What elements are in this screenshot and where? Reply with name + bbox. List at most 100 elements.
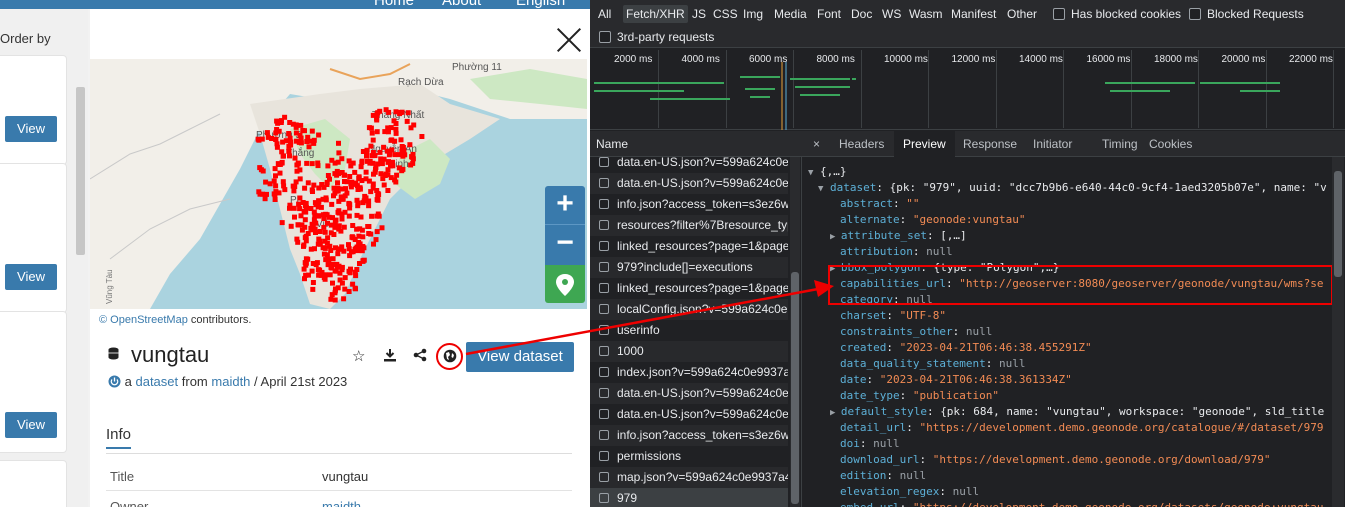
feature-point xyxy=(280,153,286,159)
tab-preview[interactable]: Preview xyxy=(894,131,955,157)
view-button[interactable]: View xyxy=(5,264,57,290)
json-key: detail_url xyxy=(840,421,907,434)
third-party-checkbox[interactable] xyxy=(599,31,611,43)
tab-timing[interactable]: Timing xyxy=(1093,131,1147,157)
order-by-label[interactable]: Order by xyxy=(0,31,51,46)
request-row[interactable]: userinfo xyxy=(590,320,788,341)
feature-point xyxy=(328,296,334,302)
nav-about[interactable]: About xyxy=(442,0,481,9)
json-property: detail_url: "https://development.demo.ge… xyxy=(840,421,1324,434)
tab-headers[interactable]: Headers xyxy=(830,131,893,157)
feature-point xyxy=(400,153,406,159)
close-icon[interactable]: × xyxy=(804,131,829,157)
request-name: linked_resources?page=1&page xyxy=(617,281,788,295)
feature-point xyxy=(287,120,293,125)
request-row[interactable]: data.en-US.json?v=599a624c0e9 xyxy=(590,152,788,173)
request-row[interactable]: localConfig.json?v=599a624c0e9 xyxy=(590,299,788,320)
request-row[interactable]: 1000 xyxy=(590,341,788,362)
has-blocked-cookies-checkbox[interactable] xyxy=(1053,8,1065,20)
expand-arrow-icon[interactable]: ▼ xyxy=(808,168,813,178)
filter-manifest[interactable]: Manifest xyxy=(948,5,999,23)
feature-point xyxy=(369,153,375,159)
scrollbar-thumb[interactable] xyxy=(1334,171,1342,277)
json-value: null xyxy=(899,469,927,482)
request-list-scrollbar[interactable] xyxy=(790,157,800,507)
nav-language[interactable]: English xyxy=(516,0,565,9)
feature-point xyxy=(305,180,311,186)
zoom-out-button[interactable]: − xyxy=(545,224,585,262)
tab-cookies[interactable]: Cookies xyxy=(1140,131,1201,157)
tab-response[interactable]: Response xyxy=(954,131,1026,157)
json-property[interactable]: ▶ default_style: {pk: 684, name: "vungta… xyxy=(830,404,1324,420)
request-row[interactable]: 979?include[]=executions xyxy=(590,257,788,278)
location-button[interactable] xyxy=(545,265,585,303)
filter-ws[interactable]: WS xyxy=(879,5,904,23)
request-row[interactable]: data.en-US.json?v=599a624c0e9 xyxy=(590,173,788,194)
filter-media[interactable]: Media xyxy=(771,5,810,23)
expand-arrow-icon[interactable]: ▶ xyxy=(830,232,841,242)
network-timeline[interactable]: 2000 ms 4000 ms 6000 ms 8000 ms 10000 ms 1200… xyxy=(590,48,1345,130)
scrollbar-thumb[interactable] xyxy=(791,272,799,504)
star-icon[interactable]: ☆ xyxy=(352,347,365,365)
request-row[interactable]: info.json?access_token=s3ez6wi xyxy=(590,425,788,446)
request-row[interactable]: data.en-US.json?v=599a624c0e9 xyxy=(590,383,788,404)
share-icon[interactable] xyxy=(413,348,427,362)
owner-value-link[interactable]: maidth xyxy=(322,499,361,507)
feature-point xyxy=(368,231,374,237)
feature-point xyxy=(356,233,362,239)
filter-js[interactable]: JS xyxy=(689,5,709,23)
request-row[interactable]: linked_resources?page=1&page xyxy=(590,278,788,299)
feature-point xyxy=(365,158,370,164)
feature-point xyxy=(274,118,280,124)
request-type-icon xyxy=(599,451,609,461)
filter-css[interactable]: CSS xyxy=(710,5,741,23)
request-row[interactable]: 979 xyxy=(590,488,788,507)
owner-link[interactable]: maidth xyxy=(211,374,250,389)
tab-initiator[interactable]: Initiator xyxy=(1024,131,1081,157)
filter-font[interactable]: Font xyxy=(814,5,844,23)
preview-scrollbar[interactable] xyxy=(1332,157,1344,507)
request-row[interactable]: permissions xyxy=(590,446,788,467)
json-property: attribution: null xyxy=(840,245,953,258)
json-dataset[interactable]: ▼ dataset: {pk: "979", uuid: "dcc7b9b6-e… xyxy=(818,180,1327,196)
download-icon[interactable] xyxy=(383,348,397,362)
view-button[interactable]: View xyxy=(5,116,57,142)
blocked-requests-checkbox[interactable] xyxy=(1189,8,1201,20)
close-icon[interactable] xyxy=(556,27,582,53)
feature-point xyxy=(357,261,362,266)
request-row[interactable]: map.json?v=599a624c0e9937a4 xyxy=(590,467,788,488)
dataset-type-link[interactable]: dataset xyxy=(135,374,178,389)
request-row[interactable]: linked_resources?page=1&page xyxy=(590,236,788,257)
filter-fetch-xhr[interactable]: Fetch/XHR xyxy=(623,5,688,23)
feature-point xyxy=(378,171,384,177)
tab-info[interactable]: Info xyxy=(106,426,132,449)
json-key: default_style xyxy=(840,405,927,418)
dataset-map[interactable]: Phường 11 Rạch Dừa Thắng Nhất Phường 5 T… xyxy=(90,59,587,309)
view-button[interactable]: View xyxy=(5,412,57,438)
feature-point xyxy=(346,213,352,219)
list-scrollbar[interactable] xyxy=(76,87,85,255)
filter-all[interactable]: All xyxy=(595,5,614,23)
zoom-in-button[interactable]: + xyxy=(545,186,585,224)
filter-img[interactable]: Img xyxy=(740,5,766,23)
feature-point xyxy=(291,188,297,194)
request-row[interactable]: info.json?access_token=s3ez6wi xyxy=(590,194,788,215)
json-root[interactable]: ▼ {,…} xyxy=(808,164,847,180)
json-value: "publication" xyxy=(912,389,999,402)
filter-doc[interactable]: Doc xyxy=(848,5,875,23)
nav-home[interactable]: Home xyxy=(374,0,414,9)
json-property[interactable]: ▶ attribute_set: [,…] xyxy=(830,228,967,244)
view-dataset-button[interactable]: View dataset xyxy=(466,342,574,372)
feature-point xyxy=(327,176,332,182)
expand-arrow-icon[interactable]: ▼ xyxy=(818,184,823,194)
feature-point xyxy=(374,129,380,135)
osm-link[interactable]: © OpenStreetMap xyxy=(99,314,188,326)
feature-point xyxy=(342,179,347,184)
request-row[interactable]: resources?filter%7Bresource_typ xyxy=(590,215,788,236)
expand-arrow-icon[interactable]: ▶ xyxy=(830,408,841,418)
request-row[interactable]: index.json?v=599a624c0e9937a4 xyxy=(590,362,788,383)
filter-other[interactable]: Other xyxy=(1004,5,1040,23)
feature-point xyxy=(334,264,340,270)
request-row[interactable]: data.en-US.json?v=599a624c0e9 xyxy=(590,404,788,425)
filter-wasm[interactable]: Wasm xyxy=(906,5,946,23)
